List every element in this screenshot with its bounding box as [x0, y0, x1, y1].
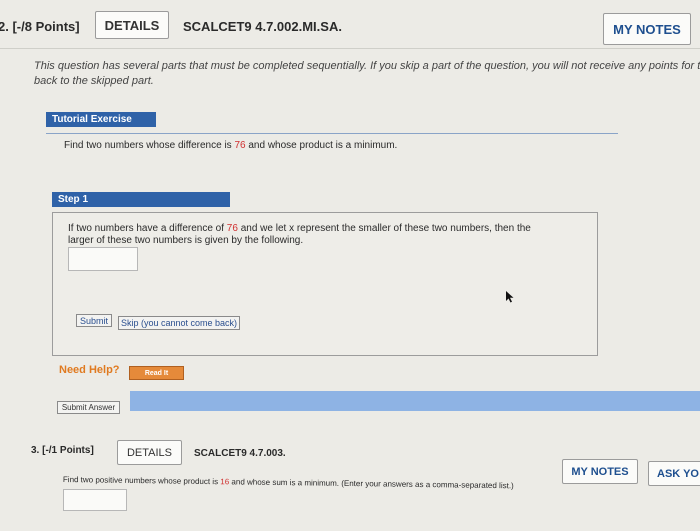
read-it-button[interactable]: Read It	[129, 366, 184, 380]
q2-intro-line1: This question has several parts that mus…	[34, 60, 700, 72]
tutorial-underline	[46, 133, 618, 134]
step-1-skip-button[interactable]: Skip (you cannot come back)	[118, 316, 240, 330]
section-band	[130, 391, 700, 411]
tutorial-number: 76	[234, 140, 246, 151]
submit-answer-button[interactable]: Submit Answer	[57, 401, 120, 414]
q3-points: 3. [-/1 Points]	[31, 445, 94, 456]
step-1-text-line2: larger of these two numbers is given by …	[68, 235, 304, 246]
step-1-label: Step 1	[52, 192, 230, 207]
tutorial-exercise-label: Tutorial Exercise	[46, 112, 156, 127]
q3-problem-text: Find two positive numbers whose product …	[62, 475, 514, 491]
mouse-cursor-icon	[506, 291, 514, 303]
q3-answer-input[interactable]	[63, 489, 127, 511]
q3-my-notes-button[interactable]: MY NOTES	[562, 459, 638, 484]
q2-intro-note: This question has several parts that mus…	[34, 59, 700, 74]
q3-ask-button[interactable]: ASK YO	[648, 461, 700, 486]
q2-problem-code: SCALCET9 4.7.002.MI.SA.	[183, 19, 342, 34]
step-1-answer-input[interactable]	[68, 247, 138, 271]
step-1-submit-button[interactable]: Submit	[76, 314, 112, 327]
step-1-number: 76	[226, 223, 238, 234]
tutorial-problem-text: Find two numbers whose difference is 76 …	[64, 140, 398, 151]
step-1-text-line1: If two numbers have a difference of 76 a…	[68, 223, 531, 234]
q3-problem-code: SCALCET9 4.7.003.	[194, 448, 286, 459]
q3-details-button[interactable]: DETAILS	[117, 440, 182, 465]
q2-points: 2. [-/8 Points]	[0, 19, 80, 34]
q2-details-button[interactable]: DETAILS	[95, 11, 169, 39]
need-help-label: Need Help?	[59, 364, 120, 376]
q2-intro-note-line2: back to the skipped part.	[34, 75, 154, 87]
header-divider	[0, 48, 700, 49]
q2-my-notes-button[interactable]: MY NOTES	[603, 13, 691, 45]
